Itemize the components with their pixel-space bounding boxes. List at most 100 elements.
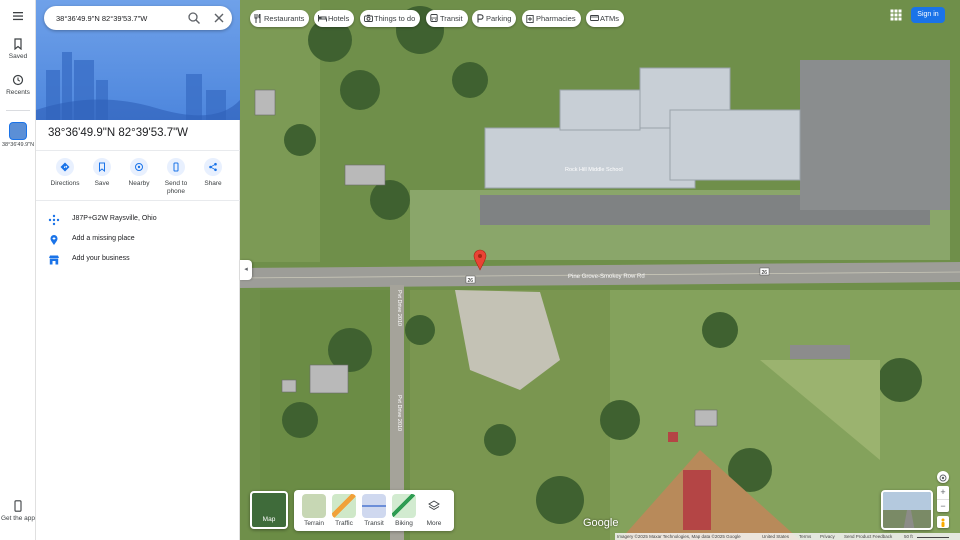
side-road-label: Pvt Drive 2010 (396, 290, 402, 326)
layer-terrain[interactable]: Terrain (300, 494, 328, 527)
street-view-preview[interactable] (881, 490, 933, 530)
layer-more[interactable]: More (420, 494, 448, 527)
save-label: Save (94, 180, 110, 187)
scale-bar (917, 537, 949, 538)
layer-label: More (426, 520, 442, 527)
transit-icon (430, 14, 438, 22)
layer-biking[interactable]: Biking (390, 494, 418, 527)
divider (36, 200, 240, 201)
add-missing-place-row[interactable]: Add a missing place (36, 230, 240, 250)
zoom-out-button[interactable]: − (937, 499, 949, 512)
map-layer-toggle[interactable]: Map (250, 491, 288, 529)
directions-icon (60, 162, 70, 172)
place-title: 38°36'49.9"N 82°39'53.7"W (48, 127, 189, 139)
layers-icon (428, 500, 440, 511)
layer-traffic[interactable]: Traffic (330, 494, 358, 527)
country-link[interactable]: United States (762, 534, 789, 539)
minus-icon: − (940, 501, 946, 511)
recents-label: Recents (6, 89, 30, 96)
nearby-icon (135, 163, 143, 171)
search-icon[interactable] (187, 11, 201, 25)
scale-label[interactable]: 50 ft (904, 534, 913, 539)
layer-label: Terrain (304, 520, 324, 527)
chip-label: Hotels (328, 14, 350, 23)
phone-icon (14, 500, 22, 512)
bike-icon (392, 494, 416, 518)
close-icon[interactable] (212, 11, 226, 25)
directions-button[interactable]: Directions (46, 158, 84, 188)
side-road-label-lower: Pvt Drive 2010 (396, 395, 402, 431)
google-logo: Google (583, 517, 619, 529)
chip-hotels[interactable]: Hotels (314, 10, 355, 27)
restaurant-icon (254, 14, 261, 23)
plus-icon: + (940, 487, 946, 497)
terms-link[interactable]: Terms (799, 534, 811, 539)
camera-icon (364, 14, 373, 22)
school-label[interactable]: Rock Hill Middle School (565, 167, 623, 173)
map-layer-label: Map (262, 516, 276, 523)
search-box[interactable] (44, 6, 232, 30)
chip-parking[interactable]: Parking (472, 10, 517, 27)
chip-label: Pharmacies (536, 14, 576, 23)
add-business-row[interactable]: Add your business (36, 250, 240, 270)
directions-label: Directions (50, 180, 80, 187)
send-to-phone-button[interactable]: Send to phone (157, 158, 195, 196)
chip-things-to-do[interactable]: Things to do (360, 10, 421, 27)
imagery-attribution: Imagery ©2025 Maxar Technologies, Map da… (617, 534, 741, 539)
road-label: Pine Grove-Smokey Row Rd (568, 274, 645, 280)
transit-icon (362, 494, 386, 518)
bookmark-icon (99, 162, 105, 172)
share-label: Share (204, 180, 222, 187)
layer-transit[interactable]: Transit (360, 494, 388, 527)
rail-divider (6, 110, 30, 111)
chevron-left-icon: ◂ (244, 266, 248, 273)
chip-label: Parking (486, 14, 512, 23)
share-icon (209, 162, 217, 172)
saved-button[interactable]: Saved (0, 38, 36, 60)
zoom-control: + − (937, 486, 949, 512)
privacy-link[interactable]: Privacy (820, 534, 835, 539)
chip-transit[interactable]: Transit (426, 10, 468, 27)
get-app-button[interactable]: Get the app (0, 500, 36, 522)
search-input[interactable] (56, 10, 176, 26)
menu-button[interactable] (0, 10, 36, 25)
chip-atms[interactable]: ATMs (586, 10, 625, 27)
chip-label: ATMs (600, 14, 620, 23)
left-rail: Saved Recents 38°36'49.9"N Get the app (0, 0, 36, 540)
recents-button[interactable]: Recents (0, 74, 36, 96)
my-location-icon (939, 474, 947, 482)
chip-restaurants[interactable]: Restaurants (250, 10, 310, 27)
bookmark-icon (14, 38, 22, 50)
collapse-panel-button[interactable]: ◂ (240, 260, 252, 280)
pharmacy-icon (526, 15, 534, 23)
parking-icon (477, 14, 484, 23)
layers-control: Map Terrain Traffic Transit Biking More (250, 490, 454, 531)
recent-place-item[interactable]: 38°36'49.9"N (0, 122, 36, 149)
chip-label: Things to do (374, 14, 416, 23)
my-location-button[interactable] (937, 471, 949, 483)
sign-in-button[interactable]: Sign in (911, 7, 945, 23)
traffic-icon (332, 494, 356, 518)
chip-pharmacies[interactable]: Pharmacies (522, 10, 581, 27)
place-details: J87P+G2W Raysville, Ohio Add a missing p… (36, 210, 240, 270)
place-actions: Directions Save Nearby Send to phone Sha… (46, 158, 232, 198)
zoom-in-button[interactable]: + (937, 486, 949, 499)
share-button[interactable]: Share (194, 158, 232, 188)
add-missing-place-text: Add a missing place (72, 235, 135, 242)
city-illustration (36, 52, 240, 120)
saved-label: Saved (8, 53, 28, 60)
plus-code-text: J87P+G2W Raysville, Ohio (72, 215, 157, 222)
recent-place-thumbnail (9, 122, 27, 140)
apps-grid-icon[interactable] (890, 9, 902, 21)
place-panel: 38°36'49.9"N 82°39'53.7"W Directions Sav… (36, 0, 240, 540)
feedback-link[interactable]: Send Product Feedback (844, 534, 892, 539)
nearby-button[interactable]: Nearby (120, 158, 158, 188)
plus-code-row[interactable]: J87P+G2W Raysville, Ohio (36, 210, 240, 230)
atm-icon (590, 15, 599, 21)
layer-options: Terrain Traffic Transit Biking More (294, 490, 454, 531)
save-button[interactable]: Save (83, 158, 121, 188)
map-footer: Imagery ©2025 Maxar Technologies, Map da… (615, 533, 960, 540)
recent-place-label: 38°36'49.9"N (1, 142, 35, 148)
send-to-phone-label: Send to phone (164, 180, 188, 195)
pegman-button[interactable] (937, 516, 949, 528)
